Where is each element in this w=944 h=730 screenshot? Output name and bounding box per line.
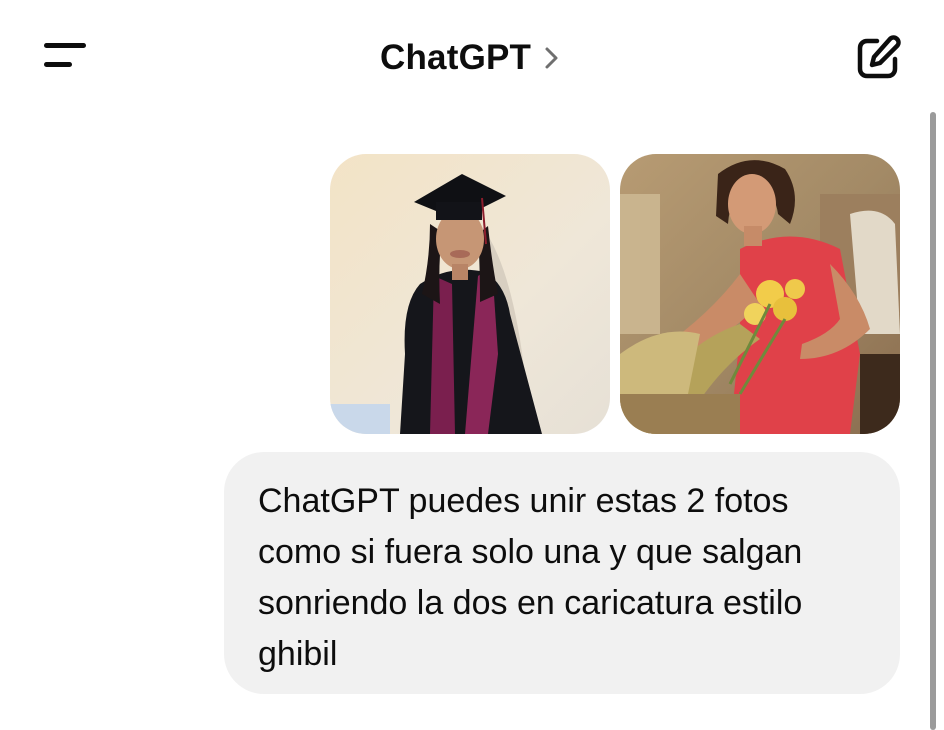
scrollbar-thumb[interactable] bbox=[930, 112, 936, 730]
menu-icon-line-bottom bbox=[44, 62, 72, 67]
new-chat-button[interactable] bbox=[852, 32, 904, 84]
attachment-image-graduate[interactable] bbox=[330, 154, 610, 434]
chat-screen: ChatGPT ChatGPT puedes unir estas 2 foto… bbox=[0, 0, 944, 730]
menu-icon-line-top bbox=[44, 43, 86, 48]
menu-button[interactable] bbox=[36, 36, 96, 80]
photo-woman-flowers bbox=[620, 154, 900, 434]
scrollbar[interactable] bbox=[930, 112, 938, 730]
photo-graduate bbox=[330, 154, 610, 434]
top-bar: ChatGPT bbox=[0, 0, 944, 112]
model-selector[interactable]: ChatGPT bbox=[380, 36, 561, 80]
chevron-right-icon bbox=[545, 47, 558, 69]
app-title: ChatGPT bbox=[380, 38, 532, 77]
user-message-text: ChatGPT puedes unir estas 2 fotos como s… bbox=[258, 482, 803, 673]
user-message-bubble[interactable]: ChatGPT puedes unir estas 2 fotos como s… bbox=[224, 452, 900, 694]
attachment-image-woman-flowers[interactable] bbox=[620, 154, 900, 434]
compose-icon bbox=[857, 35, 901, 79]
